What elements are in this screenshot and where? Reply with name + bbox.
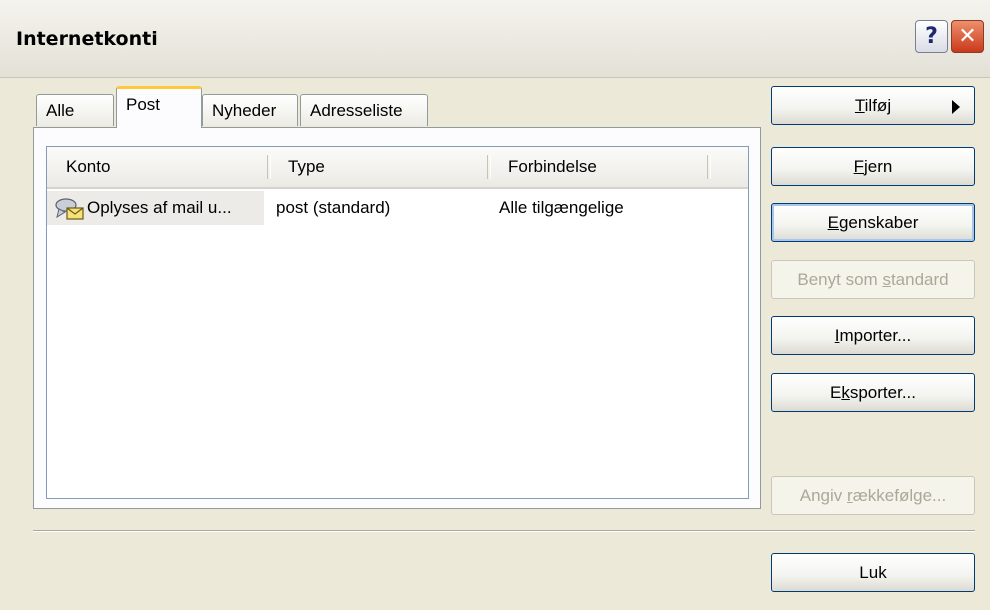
set-default-label-accel: s [882, 270, 891, 289]
set-order-label: Angiv [799, 486, 848, 505]
export-label-accel: k [841, 383, 850, 402]
set-order-label-rest: ækkefølge... [852, 486, 947, 505]
set-default-button[interactable]: Benyt som standard [771, 260, 975, 299]
properties-label-accel: E [827, 213, 839, 232]
column-header-konto[interactable]: Konto [47, 147, 267, 187]
window-title: Internetkonti [16, 28, 158, 50]
remove-button[interactable]: Fjern [771, 147, 975, 186]
add-label-accel: T [854, 96, 865, 115]
set-order-button[interactable]: Angiv rækkefølge... [771, 476, 975, 515]
add-label-rest: ilføj [864, 96, 892, 115]
help-icon: ? [925, 24, 938, 49]
add-button[interactable]: Tilføj [771, 86, 975, 125]
title-bar: Internetkonti ? ✕ [0, 0, 990, 78]
accounts-list[interactable]: Konto Type Forbindelse Oplyses af mail u… [46, 146, 749, 499]
export-label-rest: sporter... [849, 383, 916, 402]
close-icon: ✕ [958, 24, 977, 49]
submenu-arrow-icon [952, 100, 960, 114]
connection-cell: Alle tilgængelige [499, 198, 624, 217]
close-window-button[interactable]: ✕ [951, 20, 984, 53]
tab-panel: Konto Type Forbindelse Oplyses af mail u… [33, 127, 761, 509]
type-cell: post (standard) [276, 198, 391, 217]
column-header-type[interactable]: Type [269, 147, 487, 187]
properties-button[interactable]: Egenskaber [771, 203, 975, 242]
list-header: Konto Type Forbindelse [47, 147, 748, 189]
column-divider[interactable] [707, 155, 711, 179]
remove-label-accel: F [853, 157, 865, 176]
tab-alle[interactable]: Alle [36, 94, 114, 126]
close-label: Luk [859, 563, 887, 582]
properties-label-rest: genskaber [838, 213, 919, 232]
close-button[interactable]: Luk [771, 553, 975, 592]
remove-label-rest: jern [864, 157, 893, 176]
table-row[interactable]: Oplyses af mail u... post (standard) All… [47, 191, 748, 225]
tab-adresseliste[interactable]: Adresseliste [300, 94, 428, 126]
set-default-label-rest: tandard [890, 270, 949, 289]
import-button[interactable]: Importer... [771, 316, 975, 355]
column-header-forbindelse[interactable]: Forbindelse [489, 147, 707, 187]
account-cell: Oplyses af mail u... [47, 191, 264, 225]
mail-account-icon [55, 198, 84, 220]
divider [33, 530, 975, 532]
set-default-label: Benyt som [797, 270, 883, 289]
account-name: Oplyses af mail u... [87, 198, 232, 217]
export-label: E [830, 383, 842, 402]
import-label-rest: mporter... [839, 326, 912, 345]
tab-nyheder[interactable]: Nyheder [202, 94, 298, 126]
tab-post[interactable]: Post [116, 86, 202, 128]
export-button[interactable]: Eksporter... [771, 373, 975, 412]
help-button[interactable]: ? [915, 20, 948, 53]
